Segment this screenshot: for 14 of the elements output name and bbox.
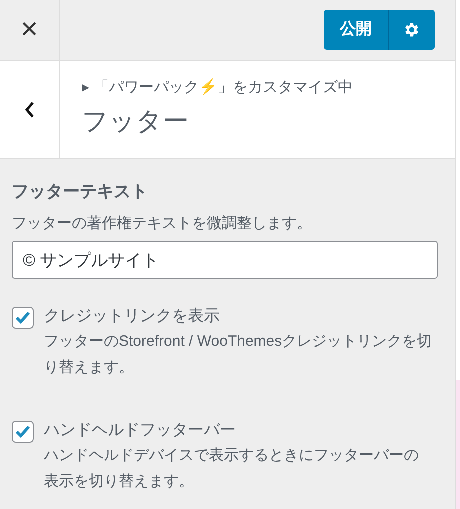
checkbox[interactable] xyxy=(12,421,34,443)
checkbox[interactable] xyxy=(12,307,34,329)
footer-text-field[interactable]: © サンプルサイト xyxy=(12,241,438,279)
checkbox-label: クレジットリンクを表示 xyxy=(44,306,221,327)
close-button[interactable]: × xyxy=(0,0,60,60)
section-title: フッター xyxy=(82,104,190,138)
breadcrumb-text: ▸ 「パワーパック⚡」をカスタマイズ中 xyxy=(82,78,354,98)
option-description: ハンドヘルドデバイスで表示するときにフッターバーの表示を切り替えます。 xyxy=(44,446,420,492)
field-label: フッターテキスト xyxy=(12,181,149,203)
option-description: フッターのStorefront / WooThemesクレジットリンクを切り替えます。 xyxy=(44,332,434,378)
field-description: フッターの著作権テキストを微調整します。 xyxy=(12,214,313,234)
checkbox-label: ハンドヘルドフッターバー xyxy=(44,421,237,441)
settings-icon xyxy=(403,21,421,39)
back-icon xyxy=(24,100,36,118)
